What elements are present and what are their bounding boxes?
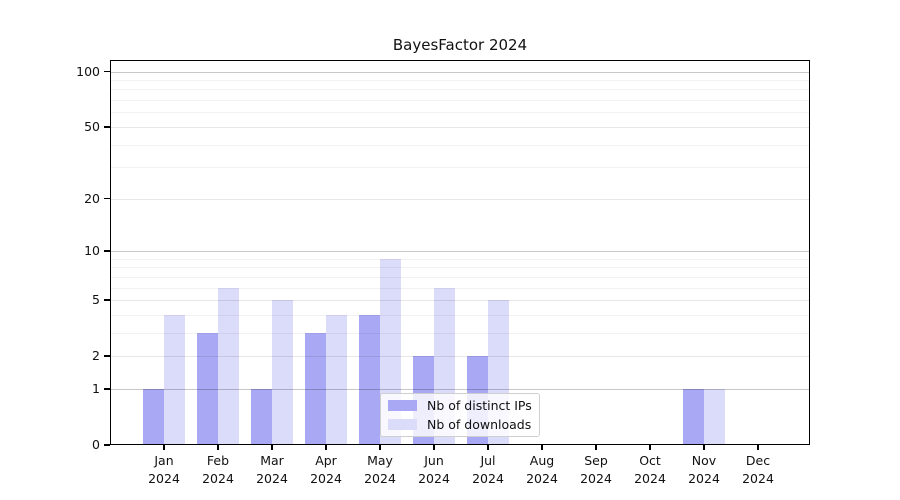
y-axis-tick-label: 2 <box>56 349 100 363</box>
y-axis-tick-label: 100 <box>56 65 100 79</box>
x-axis-tick <box>703 445 705 450</box>
minor-gridline <box>110 80 810 81</box>
x-axis-tick-label: Mar 2024 <box>245 452 299 488</box>
minor-gridline <box>110 288 810 289</box>
minor-gridline <box>110 145 810 146</box>
y-axis-tick <box>104 388 110 390</box>
minor-gridline <box>110 267 810 268</box>
x-axis-tick-label: Jan 2024 <box>137 452 191 488</box>
x-axis-tick <box>757 445 759 450</box>
legend: Nb of distinct IPs Nb of downloads <box>380 393 540 437</box>
minor-gridline <box>110 315 810 316</box>
x-axis-tick <box>649 445 651 450</box>
minor-gridline <box>110 89 810 90</box>
y-axis-tick <box>104 250 110 252</box>
x-axis-tick-label: Feb 2024 <box>191 452 245 488</box>
legend-item: Nb of distinct IPs <box>388 398 533 414</box>
x-axis-tick-label: Dec 2024 <box>731 452 785 488</box>
minor-gridline <box>110 277 810 278</box>
legend-label: Nb of distinct IPs <box>427 398 532 413</box>
major-gridline <box>110 199 810 200</box>
chart-title: BayesFactor 2024 <box>110 36 810 54</box>
legend-item: Nb of downloads <box>388 417 533 433</box>
x-axis-tick <box>541 445 543 450</box>
y-axis-tick-label: 0 <box>56 438 100 452</box>
y-axis-tick <box>104 299 110 301</box>
x-axis-tick-label: Jul 2024 <box>461 452 515 488</box>
x-axis-tick <box>163 445 165 450</box>
major-gridline <box>110 300 810 301</box>
y-axis-tick-label: 10 <box>56 244 100 258</box>
x-axis-tick-label: Aug 2024 <box>515 452 569 488</box>
y-axis-tick-label: 5 <box>56 293 100 307</box>
major-gridline <box>110 251 810 252</box>
y-axis-tick-label: 20 <box>56 192 100 206</box>
x-axis-tick-label: Nov 2024 <box>677 452 731 488</box>
x-axis-tick <box>487 445 489 450</box>
legend-label: Nb of downloads <box>427 417 531 432</box>
y-axis-tick <box>104 198 110 200</box>
bar-chart: BayesFactor 2024 0 1 2 5 10 20 50 100 Jan 2024Fe… <box>0 0 900 500</box>
minor-gridline <box>110 167 810 168</box>
x-axis-tick <box>325 445 327 450</box>
minor-gridline <box>110 333 810 334</box>
major-gridline <box>110 72 810 73</box>
x-axis-tick <box>217 445 219 450</box>
y-axis-tick <box>104 355 110 357</box>
x-axis-tick-label: May 2024 <box>353 452 407 488</box>
minor-gridline <box>110 112 810 113</box>
x-axis-tick-label: Sep 2024 <box>569 452 623 488</box>
y-axis-tick-label: 1 <box>56 382 100 396</box>
x-axis-tick <box>379 445 381 450</box>
legend-swatch <box>388 400 417 411</box>
x-axis-tick <box>433 445 435 450</box>
x-axis-tick <box>595 445 597 450</box>
y-axis-tick <box>104 444 110 446</box>
x-axis-tick-label: Apr 2024 <box>299 452 353 488</box>
x-axis-tick <box>271 445 273 450</box>
legend-swatch <box>388 419 417 430</box>
y-axis-tick-label: 50 <box>56 120 100 134</box>
minor-gridline <box>110 100 810 101</box>
y-axis-tick <box>104 126 110 128</box>
grid-layer <box>110 60 810 445</box>
x-axis-tick-label: Oct 2024 <box>623 452 677 488</box>
y-axis-tick <box>104 71 110 73</box>
x-axis-tick-label: Jun 2024 <box>407 452 461 488</box>
major-gridline <box>110 127 810 128</box>
minor-gridline <box>110 259 810 260</box>
major-gridline <box>110 356 810 357</box>
major-gridline <box>110 389 810 390</box>
